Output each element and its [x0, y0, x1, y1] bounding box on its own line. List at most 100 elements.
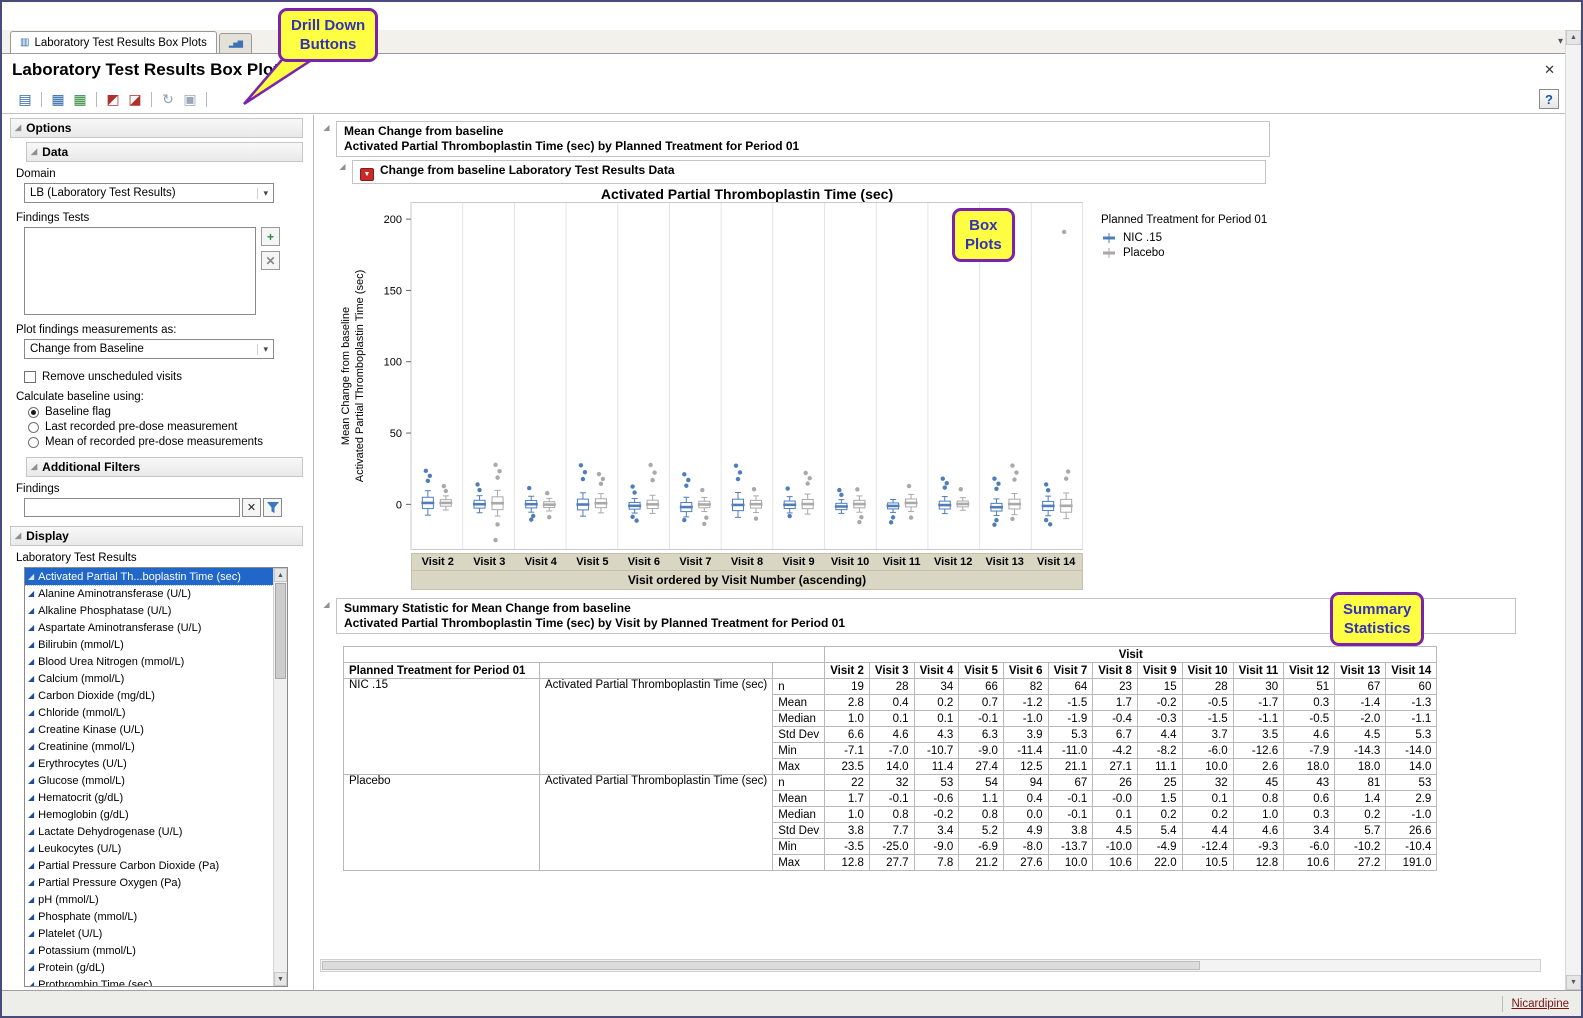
lab-test-item[interactable]: ◢Phosphate (mmol/L)	[25, 908, 273, 925]
window-scrollbar[interactable]: ▲ ▼	[1565, 30, 1581, 990]
stat-value-cell: 4.5	[1093, 823, 1138, 839]
stat-value-cell: -0.2	[1137, 695, 1182, 711]
data-table-icon[interactable]: ▦	[47, 89, 69, 111]
collapse-triangle-icon[interactable]: ◢	[15, 124, 21, 132]
lab-test-item[interactable]: ◢Alanine Aminotransferase (U/L)	[25, 585, 273, 602]
callout-line: Summary	[1343, 600, 1411, 619]
lab-test-item[interactable]: ◢Hemoglobin (g/dL)	[25, 806, 273, 823]
scroll-down-icon[interactable]: ▼	[274, 972, 287, 986]
continuous-variable-icon: ◢	[28, 776, 34, 785]
stat-value-cell: 0.4	[1003, 791, 1048, 807]
stat-value-cell: -10.2	[1335, 839, 1386, 855]
lab-test-item[interactable]: ◢pH (mmol/L)	[25, 891, 273, 908]
options-section-header[interactable]: ◢ Options	[10, 118, 303, 138]
lab-test-item[interactable]: ◢Creatine Kinase (U/L)	[25, 721, 273, 738]
remove-unscheduled-checkbox[interactable]	[24, 371, 36, 383]
drill-down-button[interactable]: ▼	[360, 168, 374, 181]
scroll-down-icon[interactable]: ▼	[1566, 975, 1581, 990]
lab-test-item[interactable]: ◢Carbon Dioxide (mg/dL)	[25, 687, 273, 704]
collapse-triangle-icon[interactable]: ◢	[31, 463, 37, 471]
drill-down-prev-icon[interactable]: ◩	[102, 89, 124, 111]
lab-test-item[interactable]: ◢Blood Urea Nitrogen (mmol/L)	[25, 653, 273, 670]
lab-test-item[interactable]: ◢Alkaline Phosphatase (U/L)	[25, 602, 273, 619]
lab-test-item[interactable]: ◢Partial Pressure Oxygen (Pa)	[25, 874, 273, 891]
treatment-column-header: Planned Treatment for Period 01	[344, 663, 540, 679]
stat-value-cell: -9.3	[1233, 839, 1283, 855]
lab-test-label: Lactate Dehydrogenase (U/L)	[38, 826, 182, 838]
lab-test-label: Alanine Aminotransferase (U/L)	[38, 588, 191, 600]
callout-line: Box	[965, 216, 1002, 235]
lab-test-item[interactable]: ◢Platelet (U/L)	[25, 925, 273, 942]
continuous-variable-icon: ◢	[28, 759, 34, 768]
lab-test-item[interactable]: ◢Prothrombin Time (sec)	[25, 976, 273, 986]
plot-as-value: Change from Baseline	[30, 343, 144, 355]
legend-entry[interactable]: NIC .15	[1101, 232, 1267, 244]
study-link[interactable]: Nicardipine	[1511, 998, 1569, 1010]
stat-value-cell: 0.1	[1093, 807, 1138, 823]
stat-value-cell: 2.8	[825, 695, 870, 711]
scrollbar-thumb[interactable]	[275, 583, 286, 679]
collapse-triangle-icon[interactable]: ◢	[15, 532, 21, 540]
remove-test-button[interactable]: ✕	[261, 251, 280, 270]
refresh-icon[interactable]: ↻	[157, 89, 179, 111]
scroll-up-icon[interactable]: ▲	[274, 568, 287, 582]
data-section-header[interactable]: ◢ Data	[26, 142, 303, 162]
legend-entry[interactable]: Placebo	[1101, 247, 1267, 259]
save-data-table-icon[interactable]: ▦	[69, 89, 91, 111]
stat-value-cell: 4.9	[1003, 823, 1048, 839]
add-test-button[interactable]: +	[261, 227, 280, 246]
tab-overflow-icon[interactable]: ▾	[1558, 36, 1563, 47]
stat-value-cell: 67	[1048, 775, 1093, 791]
scrollbar-thumb[interactable]	[322, 961, 1200, 970]
lab-test-item[interactable]: ◢Protein (g/dL)	[25, 959, 273, 976]
lab-test-label: Creatine Kinase (U/L)	[38, 724, 144, 736]
lab-test-item[interactable]: ◢Aspartate Aminotransferase (U/L)	[25, 619, 273, 636]
domain-select[interactable]: LB (Laboratory Test Results) ▾	[24, 183, 274, 203]
close-icon[interactable]: ✕	[1544, 62, 1555, 78]
outline-triangle-icon[interactable]: ◢	[321, 598, 332, 609]
drill-down-next-icon[interactable]: ◪	[124, 89, 146, 111]
snapshot-icon[interactable]: ▣	[179, 89, 201, 111]
stat-value-cell: 0.2	[1182, 807, 1233, 823]
test-cell: Activated Partial Thromboplastin Time (s…	[540, 775, 773, 871]
stat-value-cell: 27.1	[1093, 759, 1138, 775]
report-hscrollbar[interactable]	[320, 959, 1541, 972]
tab-lab-results-box-plots[interactable]: ▥ Laboratory Test Results Box Plots	[10, 31, 217, 53]
continuous-variable-icon: ◢	[28, 963, 34, 972]
scroll-up-icon[interactable]: ▲	[1566, 30, 1581, 45]
filter-funnel-icon[interactable]	[263, 498, 282, 517]
additional-filters-header[interactable]: ◢ Additional Filters	[26, 457, 303, 477]
stat-value-cell: 0.2	[914, 695, 959, 711]
lab-test-item[interactable]: ◢Leukocytes (U/L)	[25, 840, 273, 857]
stat-value-cell: -25.0	[869, 839, 914, 855]
list-scrollbar[interactable]: ▲ ▼	[273, 568, 287, 986]
lab-test-item[interactable]: ◢Glucose (mmol/L)	[25, 772, 273, 789]
baseline-flag-radio[interactable]	[28, 407, 39, 418]
mean-predose-radio[interactable]	[28, 437, 39, 448]
lab-test-label: Chloride (mmol/L)	[38, 707, 125, 719]
help-button[interactable]: ?	[1539, 89, 1559, 109]
plot-as-select[interactable]: Change from Baseline ▾	[24, 339, 274, 359]
report-icon[interactable]: ▤	[14, 89, 36, 111]
outline-triangle-icon[interactable]: ◢	[337, 160, 348, 171]
stat-value-cell: 23.5	[825, 759, 870, 775]
collapse-triangle-icon[interactable]: ◢	[31, 148, 37, 156]
outline-triangle-icon[interactable]: ◢	[321, 121, 332, 132]
lab-test-item[interactable]: ◢Lactate Dehydrogenase (U/L)	[25, 823, 273, 840]
stat-value-cell: 18.0	[1284, 759, 1335, 775]
lab-test-item[interactable]: ◢Bilirubin (mmol/L)	[25, 636, 273, 653]
clear-filter-icon[interactable]: ✕	[242, 498, 261, 517]
lab-test-item[interactable]: ◢Calcium (mmol/L)	[25, 670, 273, 687]
findings-filter-input[interactable]	[24, 498, 240, 517]
lab-test-item[interactable]: ◢Activated Partial Th...boplastin Time (…	[25, 568, 273, 585]
lab-test-item[interactable]: ◢Creatinine (mmol/L)	[25, 738, 273, 755]
lab-test-item[interactable]: ◢Potassium (mmol/L)	[25, 942, 273, 959]
last-predose-radio[interactable]	[28, 422, 39, 433]
lab-test-item[interactable]: ◢Partial Pressure Carbon Dioxide (Pa)	[25, 857, 273, 874]
lab-test-item[interactable]: ◢Hematocrit (g/dL)	[25, 789, 273, 806]
visit-column-header: Visit 5	[959, 663, 1004, 679]
lab-test-item[interactable]: ◢Chloride (mmol/L)	[25, 704, 273, 721]
display-section-header[interactable]: ◢ Display	[10, 526, 303, 546]
lab-test-item[interactable]: ◢Erythrocytes (U/L)	[25, 755, 273, 772]
findings-tests-listbox[interactable]	[24, 227, 256, 315]
